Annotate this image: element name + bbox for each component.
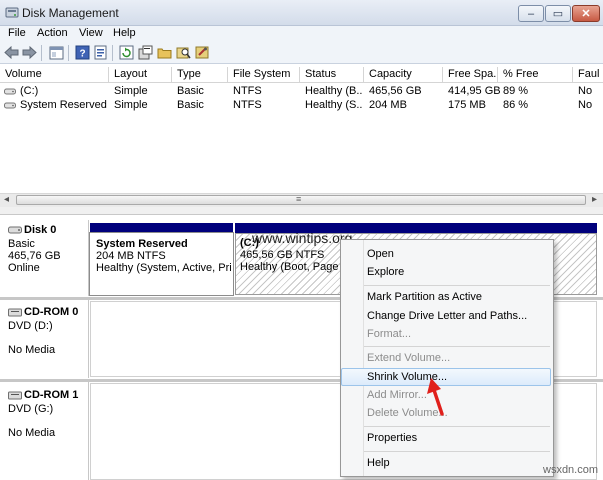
menu-action[interactable]: Action bbox=[37, 27, 68, 39]
menu-item-extend-volume: Extend Volume... bbox=[367, 352, 451, 364]
forward-arrow-icon[interactable] bbox=[22, 45, 37, 60]
volume-drive-icon bbox=[4, 87, 16, 96]
menu-separator bbox=[364, 426, 550, 427]
watermark-text: www.wintips.org bbox=[252, 230, 353, 246]
column-header-status[interactable]: Status bbox=[300, 67, 364, 83]
table-cell-type: Basic bbox=[177, 85, 204, 97]
toolbar-separator bbox=[68, 45, 69, 61]
menu-item-properties[interactable]: Properties bbox=[367, 432, 417, 444]
context-menu-gutter bbox=[363, 240, 364, 476]
cd-rom-1-status: No Media bbox=[8, 427, 56, 439]
cd-drive-icon bbox=[8, 307, 22, 318]
table-cell-layout: Simple bbox=[114, 99, 148, 111]
table-cell-free-space: 414,95 GB bbox=[448, 85, 501, 97]
table-cell-layout: Simple bbox=[114, 85, 148, 97]
back-arrow-icon[interactable] bbox=[4, 45, 19, 60]
table-cell-type: Basic bbox=[177, 99, 204, 111]
toolbar bbox=[0, 42, 603, 64]
svg-text:?: ? bbox=[79, 49, 85, 60]
column-header-free-space[interactable]: Free Spa... bbox=[443, 67, 498, 83]
console-tree-icon[interactable] bbox=[49, 45, 64, 60]
maximize-icon: ▭ bbox=[552, 8, 564, 20]
partition-status: Healthy (System, Active, Prima bbox=[96, 262, 233, 274]
table-cell-percent-free: 89 % bbox=[503, 85, 529, 97]
menu-separator bbox=[364, 451, 550, 452]
menu-view[interactable]: View bbox=[79, 27, 103, 39]
menu-separator bbox=[364, 346, 550, 347]
column-header-percent-free[interactable]: % Free bbox=[498, 67, 573, 83]
menu-help[interactable]: Help bbox=[113, 27, 136, 39]
table-cell-volume[interactable]: (C:) bbox=[20, 85, 38, 97]
partition-name: System Reserved bbox=[96, 238, 188, 250]
search-disk-icon[interactable] bbox=[176, 45, 191, 60]
red-arrow-icon bbox=[424, 376, 448, 416]
folder-icon[interactable] bbox=[157, 45, 172, 60]
table-cell-file-system: NTFS bbox=[233, 85, 262, 97]
rescan-disks-icon[interactable] bbox=[138, 45, 153, 60]
toolbar-separator bbox=[112, 45, 113, 61]
properties-icon[interactable] bbox=[93, 45, 108, 60]
table-cell-fault-tolerance: No bbox=[578, 99, 593, 111]
table-cell-free-space: 175 MB bbox=[448, 99, 486, 111]
scroll-right-arrow-icon[interactable]: ▸ bbox=[592, 194, 597, 205]
table-cell-status: Healthy (S... bbox=[305, 99, 363, 111]
menu-file[interactable]: File bbox=[8, 27, 26, 39]
table-cell-file-system: NTFS bbox=[233, 99, 262, 111]
volume-drive-icon bbox=[4, 101, 16, 110]
close-icon: ✕ bbox=[581, 8, 591, 20]
disk-management-icon bbox=[5, 6, 19, 19]
disk-icon bbox=[8, 225, 22, 235]
help-icon[interactable]: ? bbox=[75, 45, 90, 60]
menu-item-open[interactable]: Open bbox=[367, 248, 394, 260]
close-button[interactable]: ✕ bbox=[572, 5, 600, 22]
table-cell-fault-tolerance: No bbox=[578, 85, 593, 97]
disk-0-status: Online bbox=[8, 262, 40, 274]
table-cell-volume[interactable]: System Reserved bbox=[20, 99, 107, 111]
cd-rom-1-drive: DVD (G:) bbox=[8, 403, 54, 415]
maximize-button[interactable]: ▭ bbox=[545, 5, 571, 22]
partition-header-bar bbox=[90, 223, 233, 233]
disk-0-name[interactable]: Disk 0 bbox=[24, 224, 56, 236]
menu-item-add-mirror: Add Mirror... bbox=[367, 389, 427, 401]
disk-0-type: Basic bbox=[8, 238, 35, 250]
disk-label-divider bbox=[88, 382, 89, 480]
disk-label-divider bbox=[88, 300, 89, 378]
scroll-left-arrow-icon[interactable]: ◂ bbox=[4, 194, 9, 205]
cd-rom-0-name[interactable]: CD-ROM 0 bbox=[24, 306, 78, 318]
table-cell-status: Healthy (B... bbox=[305, 85, 363, 97]
column-header-capacity[interactable]: Capacity bbox=[364, 67, 443, 83]
cd-rom-0-status: No Media bbox=[8, 344, 56, 356]
window-title: Disk Management bbox=[22, 6, 119, 20]
footer-watermark: wsxdn.com bbox=[543, 464, 599, 476]
minimize-icon: – bbox=[527, 7, 535, 20]
cd-drive-icon bbox=[8, 390, 22, 401]
disk-0-size: 465,76 GB bbox=[8, 250, 61, 262]
menu-item-mark-partition-active[interactable]: Mark Partition as Active bbox=[367, 291, 482, 303]
menu-separator bbox=[364, 285, 550, 286]
refresh-icon[interactable] bbox=[119, 45, 134, 60]
column-header-volume[interactable]: Volume bbox=[0, 67, 109, 83]
column-header-type[interactable]: Type bbox=[172, 67, 228, 83]
table-cell-capacity: 204 MB bbox=[369, 99, 407, 111]
cd-rom-0-drive: DVD (D:) bbox=[8, 320, 53, 332]
menu-item-change-drive-letter[interactable]: Change Drive Letter and Paths... bbox=[367, 310, 527, 322]
menu-item-format: Format... bbox=[367, 328, 412, 340]
tools-icon[interactable] bbox=[195, 45, 210, 60]
partition-filesystem: 204 MB NTFS bbox=[96, 250, 166, 262]
minimize-button[interactable]: – bbox=[518, 5, 544, 22]
column-header-layout[interactable]: Layout bbox=[109, 67, 172, 83]
pane-splitter[interactable] bbox=[0, 207, 603, 215]
scrollbar-grip-icon: ≡ bbox=[296, 194, 302, 204]
table-cell-capacity: 465,56 GB bbox=[369, 85, 422, 97]
menu-item-help[interactable]: Help bbox=[367, 457, 390, 469]
disk-label-divider bbox=[88, 220, 89, 296]
column-header-fault-tolerance[interactable]: Faul bbox=[573, 67, 603, 83]
toolbar-separator bbox=[41, 45, 42, 61]
cd-rom-1-name[interactable]: CD-ROM 1 bbox=[24, 389, 78, 401]
column-header-file-system[interactable]: File System bbox=[228, 67, 300, 83]
table-cell-percent-free: 86 % bbox=[503, 99, 529, 111]
partition-system-reserved[interactable]: System Reserved 204 MB NTFS Healthy (Sys… bbox=[89, 232, 234, 296]
menu-item-explore[interactable]: Explore bbox=[367, 266, 404, 278]
